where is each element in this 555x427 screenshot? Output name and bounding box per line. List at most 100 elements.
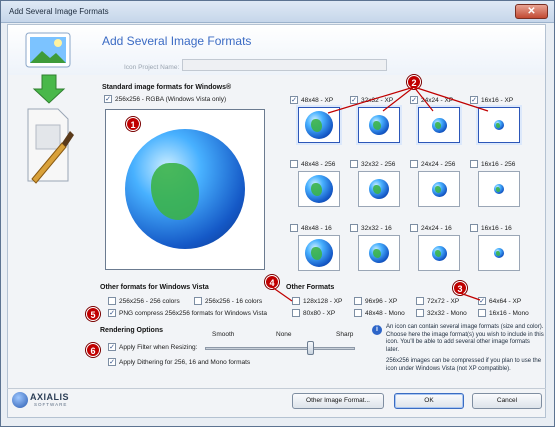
- dialog-client: Add Several Image Formats Icon Project N…: [7, 24, 546, 418]
- format-64-xp-checkbox[interactable]: ✓ 64x64 - XP: [478, 297, 521, 305]
- format-cell-32-16[interactable]: 32x32 - 16: [350, 223, 412, 271]
- format-96-xp-checkbox[interactable]: 96x96 - XP: [354, 297, 397, 305]
- format-label: 48x48 - 256: [301, 160, 336, 168]
- checkbox-box[interactable]: [292, 309, 300, 317]
- format-cell-24-256[interactable]: 24x24 - 256: [410, 159, 472, 207]
- info-text-1: An icon can contain several image format…: [386, 324, 544, 353]
- checkbox-box[interactable]: [290, 160, 298, 168]
- format-256-rgba-checkbox[interactable]: ✓ 256x256 - RGBA (Windows Vista only): [104, 95, 226, 103]
- format-cell-32-256[interactable]: 32x32 - 256: [350, 159, 412, 207]
- checkbox-box[interactable]: ✓: [478, 297, 486, 305]
- checkbox-box[interactable]: [354, 309, 362, 317]
- checkbox-box[interactable]: [354, 297, 362, 305]
- vista-256-16-checkbox[interactable]: 256x256 - 16 colors: [194, 297, 262, 305]
- globe-icon: [431, 181, 447, 197]
- vista-256-256-label: 256x256 - 256 colors: [119, 297, 180, 305]
- checkbox-box[interactable]: [470, 224, 478, 232]
- format-label: 48x48 - Mono: [365, 309, 405, 317]
- filter-slider-thumb[interactable]: [307, 341, 314, 355]
- globe-icon: [369, 115, 389, 135]
- checkbox-box[interactable]: ✓: [104, 95, 112, 103]
- checkbox-box[interactable]: ✓: [350, 96, 358, 104]
- large-preview-image: [105, 109, 265, 270]
- cancel-button[interactable]: Cancel: [472, 393, 542, 409]
- globe-icon: [305, 111, 333, 139]
- rendering-options-heading: Rendering Options: [100, 327, 163, 334]
- format-cell-16-16[interactable]: 16x16 - 16: [470, 223, 532, 271]
- format-thumbnail: [478, 171, 520, 207]
- format-48-mono-checkbox[interactable]: 48x48 - Mono: [354, 309, 405, 317]
- format-16-mono-checkbox[interactable]: 16x16 - Mono: [478, 309, 529, 317]
- format-cell-48-16[interactable]: 48x48 - 16: [290, 223, 352, 271]
- checkbox-box[interactable]: ✓: [410, 96, 418, 104]
- format-label: 48x48 - XP: [301, 96, 334, 104]
- format-cell-16-xp[interactable]: ✓ 16x16 - XP: [470, 95, 532, 145]
- checkbox-box[interactable]: ✓: [108, 358, 116, 366]
- close-button[interactable]: ✕: [515, 4, 548, 19]
- format-label: 24x24 - 16: [421, 224, 452, 232]
- logo-word: AXIALIS: [30, 392, 70, 402]
- checkbox-box[interactable]: [478, 309, 486, 317]
- format-72-xp-checkbox[interactable]: 72x72 - XP: [416, 297, 459, 305]
- checkbox-box[interactable]: [108, 297, 116, 305]
- format-label: 48x48 - 16: [301, 224, 332, 232]
- format-cell-48-xp[interactable]: ✓ 48x48 - XP: [290, 95, 352, 145]
- format-thumbnail: [358, 171, 400, 207]
- format-thumbnail: [298, 235, 340, 271]
- format-cell-32-xp[interactable]: ✓ 32x32 - XP: [350, 95, 412, 145]
- apply-filter-checkbox[interactable]: ✓ Apply Filter when Resizing:: [108, 343, 197, 351]
- format-thumbnail: [418, 235, 460, 271]
- format-label: 128x128 - XP: [303, 297, 343, 305]
- format-cell-24-16[interactable]: 24x24 - 16: [410, 223, 472, 271]
- format-label: 24x24 - 256: [421, 160, 456, 168]
- vista-256-16-label: 256x256 - 16 colors: [205, 297, 263, 305]
- checkbox-box[interactable]: [350, 224, 358, 232]
- format-label: 16x16 - XP: [481, 96, 514, 104]
- checkbox-box[interactable]: ✓: [470, 96, 478, 104]
- format-128-xp-checkbox[interactable]: 128x128 - XP: [292, 297, 342, 305]
- format-32-mono-checkbox[interactable]: 32x32 - Mono: [416, 309, 467, 317]
- format-cell-48-256[interactable]: 48x48 - 256: [290, 159, 352, 207]
- checkbox-box[interactable]: [194, 297, 202, 305]
- format-label: 72x72 - XP: [427, 297, 460, 305]
- format-cell-16-256[interactable]: 16x16 - 256: [470, 159, 532, 207]
- format-label: 96x96 - XP: [365, 297, 398, 305]
- other-formats-heading: Other Formats: [286, 284, 335, 291]
- format-label: 16x16 - Mono: [489, 309, 529, 317]
- project-name-input[interactable]: [182, 59, 387, 71]
- checkbox-box[interactable]: [416, 309, 424, 317]
- checkbox-box[interactable]: [410, 160, 418, 168]
- png-compress-checkbox[interactable]: ✓ PNG compress 256x256 formats for Windo…: [108, 309, 267, 317]
- axialis-logo-icon: [12, 392, 28, 408]
- title-bar[interactable]: Add Several Image Formats ✕: [1, 1, 554, 23]
- checkbox-box[interactable]: [410, 224, 418, 232]
- vista-256-256-checkbox[interactable]: 256x256 - 256 colors: [108, 297, 180, 305]
- info-text: An icon can contain several image format…: [386, 324, 544, 373]
- checkbox-box[interactable]: [292, 297, 300, 305]
- ok-button[interactable]: OK: [394, 393, 464, 409]
- format-80-xp-checkbox[interactable]: 80x80 - XP: [292, 309, 335, 317]
- callout-badge-3: 3: [453, 281, 467, 295]
- callout-badge-1: 1: [126, 117, 140, 131]
- other-image-format-button[interactable]: Other Image Format...: [292, 393, 384, 409]
- format-label: 32x32 - 256: [361, 160, 396, 168]
- apply-dithering-checkbox[interactable]: ✓ Apply Dithering for 256, 16 and Mono f…: [108, 358, 250, 366]
- callout-badge-2: 2: [407, 75, 421, 89]
- checkbox-box[interactable]: ✓: [108, 343, 116, 351]
- checkbox-box[interactable]: [350, 160, 358, 168]
- format-label: 16x16 - 256: [481, 160, 516, 168]
- checkbox-box[interactable]: [416, 297, 424, 305]
- format-label: 16x16 - 16: [481, 224, 512, 232]
- checkbox-box[interactable]: ✓: [108, 309, 116, 317]
- checkbox-box[interactable]: [290, 224, 298, 232]
- format-thumbnail: [358, 235, 400, 271]
- globe-icon: [369, 243, 389, 263]
- globe-icon: [494, 120, 504, 130]
- format-label: 24x24 - XP: [421, 96, 454, 104]
- checkbox-box[interactable]: [470, 160, 478, 168]
- format-cell-24-xp[interactable]: ✓ 24x24 - XP: [410, 95, 472, 145]
- format-thumbnail: [416, 105, 462, 145]
- checkbox-box[interactable]: ✓: [290, 96, 298, 104]
- filter-slider-track[interactable]: [205, 347, 355, 350]
- axialis-logo: AXIALIS SOFTWARE: [10, 389, 85, 411]
